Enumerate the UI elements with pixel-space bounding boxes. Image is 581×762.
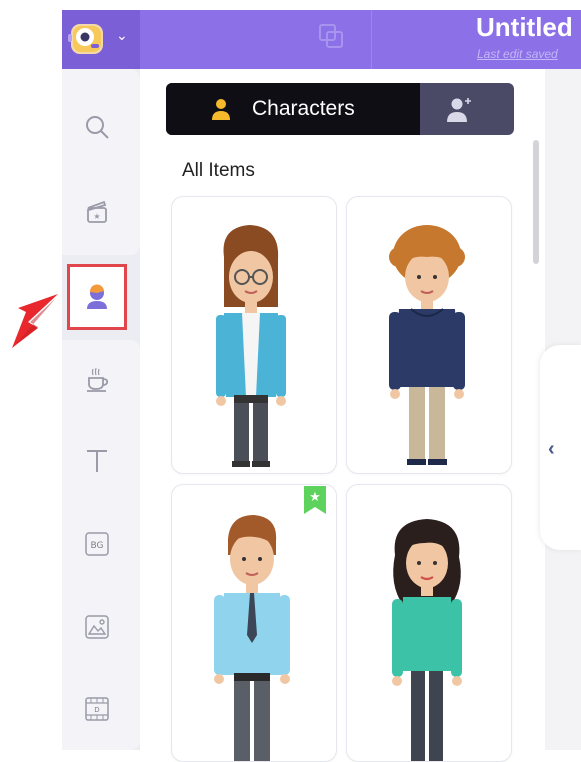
sidebar-item-text[interactable]	[80, 443, 114, 477]
character-icon	[87, 284, 107, 309]
character-woman-glasses	[216, 225, 286, 467]
panel-scrollbar[interactable]	[533, 140, 539, 264]
add-person-icon[interactable]	[443, 95, 477, 123]
header-divider	[371, 10, 372, 69]
video-icon: D	[85, 697, 109, 721]
character-man-tie	[214, 515, 290, 761]
asset-tabs: Characters	[166, 83, 514, 135]
person-icon	[212, 99, 230, 120]
collapse-panel-tab[interactable]	[540, 345, 581, 550]
section-title: All Items	[182, 160, 255, 181]
character-man-curly-hair	[389, 225, 465, 465]
character-card[interactable]	[346, 484, 512, 762]
chevron-down-icon: ⌄	[116, 27, 128, 43]
sidebar-item-images[interactable]	[80, 610, 114, 644]
app-menu-button[interactable]: ⌄	[62, 10, 140, 69]
sidebar-item-characters-icon	[80, 280, 114, 314]
character-card[interactable]	[171, 484, 337, 762]
character-card[interactable]	[171, 196, 337, 474]
character-woman-curly-hair	[392, 519, 462, 761]
sidebar-item-search[interactable]	[80, 110, 114, 144]
sidebar-item-props[interactable]	[80, 362, 114, 396]
project-title[interactable]: Untitled	[476, 12, 573, 43]
svg-text:BG: BG	[91, 541, 104, 551]
svg-text:D: D	[94, 706, 99, 714]
coffee-cup-icon	[87, 367, 109, 392]
text-icon	[87, 450, 107, 472]
clapperboard-icon: ★	[87, 200, 107, 223]
sidebar-item-videos[interactable]: D	[80, 692, 114, 726]
chevron-left-icon: ‹	[548, 438, 555, 460]
tab-characters-label: Characters	[252, 97, 355, 120]
robot-logo-icon	[68, 24, 103, 54]
image-icon	[85, 615, 109, 639]
premium-star-badge-icon: ★	[304, 486, 326, 514]
svg-text:★: ★	[93, 212, 100, 221]
sidebar-item-scenes[interactable]: ★	[80, 194, 114, 228]
pointer-arrow-icon	[12, 294, 58, 348]
save-status-link[interactable]: Last edit saved	[477, 47, 558, 61]
layers-icon[interactable]	[315, 20, 349, 54]
bg-icon: BG	[85, 532, 109, 556]
svg-text:★: ★	[309, 490, 321, 505]
tab-characters[interactable]: Characters	[166, 83, 420, 135]
character-card[interactable]	[346, 196, 512, 474]
search-icon	[86, 116, 109, 139]
sidebar-item-backgrounds[interactable]: BG	[80, 527, 114, 561]
